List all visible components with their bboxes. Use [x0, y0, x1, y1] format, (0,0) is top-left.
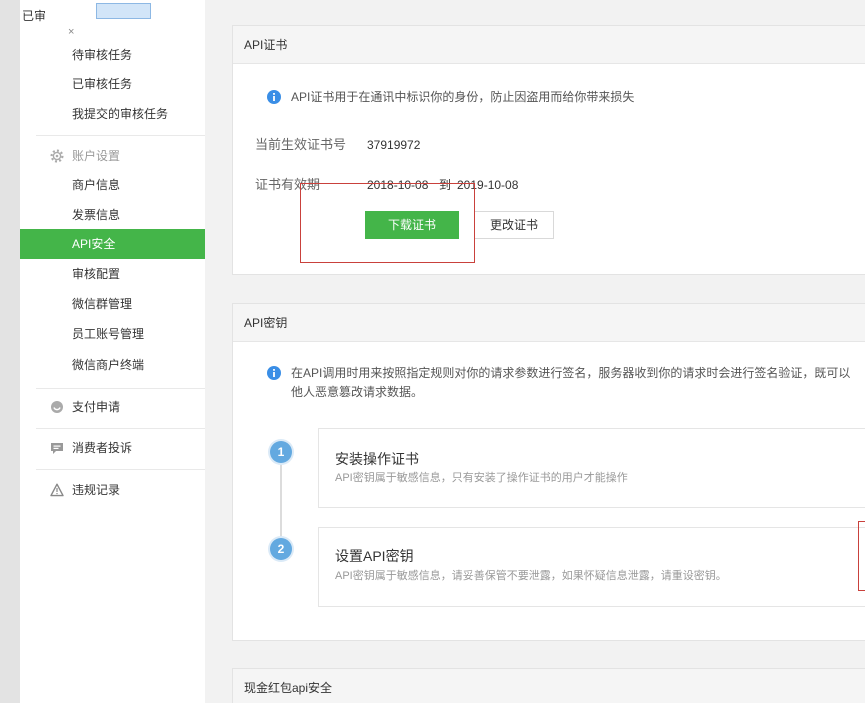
sidebar-item-my-submitted-review[interactable]: 我提交的审核任务: [20, 99, 205, 129]
step-description: API密钥属于敏感信息，请妥善保管不要泄露，如果怀疑信息泄露，请重设密钥。: [335, 570, 727, 582]
sidebar-item-invoice-info[interactable]: 发票信息: [20, 200, 205, 230]
sidebar-item-label: 支付申请: [72, 400, 121, 414]
sidebar-item-pending-review[interactable]: 待审核任务: [20, 40, 205, 70]
overlay-close-icon[interactable]: ×: [68, 26, 74, 38]
step-connector: [280, 462, 282, 547]
sidebar-item-label: 消费者投诉: [72, 441, 133, 455]
info-icon: [267, 366, 281, 380]
api-key-notice-line1: 在API调用时用来按照指定规则对你的请求参数进行签名，服务器收到你的请求时会进行…: [291, 366, 851, 380]
gear-icon: [50, 149, 64, 163]
chat-bubble-icon: [51, 443, 63, 454]
sidebar-divider: [36, 469, 205, 470]
coin-icon: [51, 401, 63, 413]
annotation-box: [858, 521, 865, 591]
current-cert-number: 37919972: [367, 138, 421, 152]
panel-title: 现金红包api安全: [233, 669, 865, 703]
sidebar-item-staff-accounts[interactable]: 员工账号管理: [20, 319, 205, 349]
sidebar-item-reviewed[interactable]: 已审核任务: [20, 69, 205, 99]
sidebar-item-merchant-terminal[interactable]: 微信商户终端: [20, 350, 205, 380]
panel-title: API密钥: [233, 304, 865, 342]
api-key-panel: API密钥 在API调用时用来按照指定规则对你的请求参数进行签名，服务器收到你的…: [232, 303, 865, 641]
change-certificate-button[interactable]: 更改证书: [474, 211, 554, 239]
overlay-label: 已审: [22, 9, 47, 23]
panel-title: API证书: [233, 26, 865, 64]
step-title: 安装操作证书: [335, 451, 419, 467]
redpack-security-panel: 现金红包api安全: [232, 668, 865, 703]
sidebar-group-account-settings: 账户设置: [20, 141, 205, 171]
current-cert-label: 当前生效证书号: [255, 137, 347, 152]
sidebar-divider: [36, 428, 205, 429]
sidebar-item-consumer-complaints[interactable]: 消费者投诉: [20, 433, 205, 463]
sidebar: 待审核任务 已审核任务 我提交的审核任务 账户设置 商户信息 发票信息 API安…: [20, 0, 205, 703]
sidebar-item-wechat-group[interactable]: 微信群管理: [20, 289, 205, 319]
sidebar-divider: [36, 135, 205, 136]
api-key-notice-line2: 他人恶意篡改请求数据。: [291, 385, 424, 399]
step-set-api-key[interactable]: 设置API密钥 API密钥属于敏感信息，请妥善保管不要泄露，如果怀疑信息泄露，请…: [318, 527, 865, 607]
overlay-highlight: [96, 3, 151, 19]
step-title: 设置API密钥: [335, 548, 414, 564]
sidebar-group-label: 账户设置: [72, 149, 121, 163]
step-number-badge: 1: [270, 441, 292, 463]
left-gutter: [0, 0, 20, 703]
sidebar-item-review-config[interactable]: 审核配置: [20, 259, 205, 289]
sidebar-item-violation-records[interactable]: 违规记录: [20, 475, 205, 505]
sidebar-item-merchant-info[interactable]: 商户信息: [20, 170, 205, 200]
certificate-notice: API证书用于在通讯中标识你的身份，防止因盗用而给你带来损失: [291, 90, 635, 104]
sidebar-item-api-security[interactable]: API安全: [20, 229, 205, 259]
warning-icon: [50, 483, 64, 497]
step-number-badge: 2: [270, 538, 292, 560]
annotation-box: [300, 183, 475, 263]
sidebar-item-label: 违规记录: [72, 483, 121, 497]
step-install-certificate[interactable]: 安装操作证书 API密钥属于敏感信息，只有安装了操作证书的用户才能操作: [318, 428, 865, 508]
api-certificate-panel: API证书 API证书用于在通讯中标识你的身份，防止因盗用而给你带来损失 当前生…: [232, 25, 865, 275]
info-icon: [267, 90, 281, 104]
sidebar-item-payment-apply[interactable]: 支付申请: [20, 392, 205, 422]
sidebar-divider: [36, 388, 205, 389]
step-description: API密钥属于敏感信息，只有安装了操作证书的用户才能操作: [335, 472, 628, 484]
